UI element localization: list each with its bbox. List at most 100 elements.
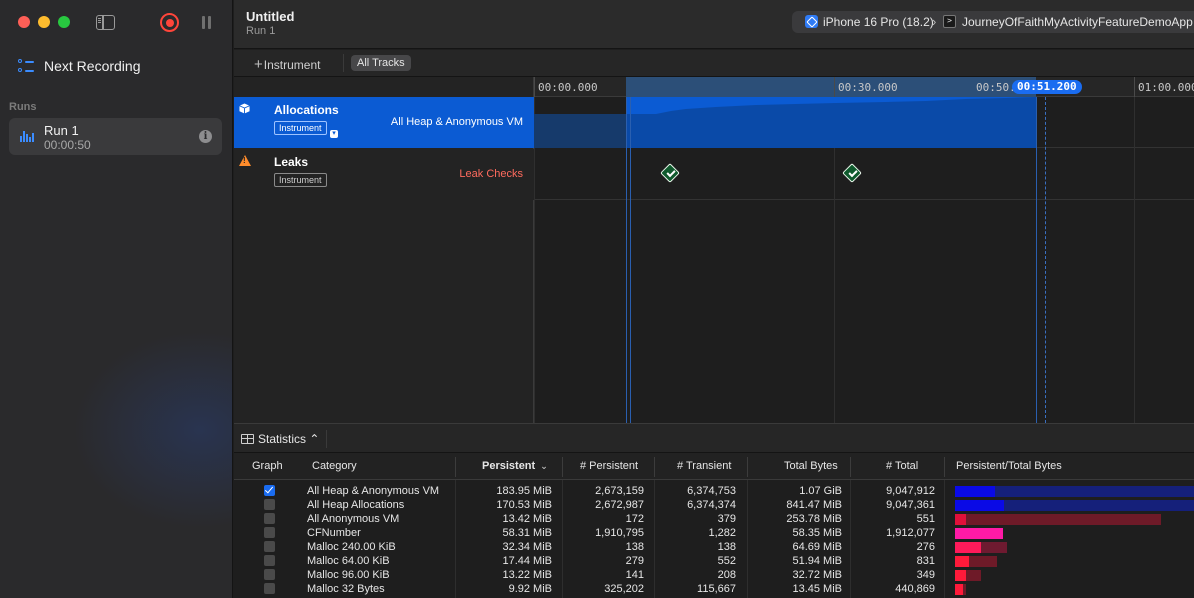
graph-checkbox[interactable]	[264, 541, 275, 552]
table-row[interactable]: All Heap & Anonymous VM 183.95 MiB 2,673,1…	[234, 484, 1194, 498]
all-tracks-button[interactable]: All Tracks	[351, 55, 411, 71]
column-header-persistent[interactable]: Persistent ⌄	[482, 460, 548, 472]
n-transient-cell: 138	[717, 541, 736, 553]
column-header-n-persistent[interactable]: # Persistent	[580, 460, 638, 472]
sidebar-toggle-icon[interactable]	[96, 15, 115, 30]
total-bytes-cell: 13.45 MiB	[792, 583, 842, 595]
table-row[interactable]: Malloc 96.00 KiB 13.22 MiB 141 208 32.72 MiB…	[234, 568, 1194, 582]
n-transient-cell: 6,374,753	[687, 485, 736, 497]
info-icon[interactable]: i	[199, 130, 212, 143]
track-detail[interactable]: Leak Checks	[459, 168, 523, 180]
track-name: Leaks	[274, 155, 309, 169]
tick-label: 01:00.000	[1138, 81, 1194, 94]
column-header-n-transient[interactable]: # Transient	[677, 460, 731, 472]
graph-checkbox[interactable]	[264, 555, 275, 566]
graph-checkbox[interactable]	[264, 569, 275, 580]
n-persistent-cell: 279	[625, 555, 644, 567]
zoom-window-button[interactable]	[58, 16, 70, 28]
playhead-time-badge[interactable]: 00:51.200	[1012, 80, 1082, 94]
selection-start-line[interactable]	[626, 97, 627, 423]
instrument-badge: Instrument	[274, 121, 327, 135]
persistent-cell: 13.22 MiB	[502, 569, 552, 581]
run-duration: 00:00:50	[44, 138, 91, 152]
target-selector[interactable]: iPhone 16 Pro (18.2) › > JourneyOfFaithM…	[792, 11, 1194, 33]
record-button[interactable]	[160, 13, 179, 32]
n-persistent-cell: 141	[625, 569, 644, 581]
n-total-cell: 9,047,912	[886, 485, 935, 497]
instrument-badge: Instrument	[274, 173, 327, 187]
persistent-bytes-bar	[955, 556, 969, 567]
table-icon	[241, 434, 254, 444]
persistent-bytes-bar	[955, 570, 966, 581]
graph-checkbox[interactable]	[264, 527, 275, 538]
table-row[interactable]: All Heap Allocations 170.53 MiB 2,672,987 6…	[234, 498, 1194, 512]
leak-check-icon[interactable]	[660, 163, 680, 183]
pause-button[interactable]	[202, 16, 212, 29]
n-total-cell: 440,869	[895, 583, 935, 595]
selection-end-line[interactable]	[1036, 97, 1037, 423]
graph-checkbox[interactable]	[264, 485, 275, 496]
n-persistent-cell: 1,910,795	[595, 527, 644, 539]
toolbar-divider	[343, 54, 344, 72]
column-header-n-total[interactable]: # Total	[886, 460, 918, 472]
persistent-cell: 17.44 MiB	[502, 555, 552, 567]
table-row[interactable]: Malloc 32 Bytes 9.92 MiB 325,202 115,667 13.…	[234, 582, 1194, 596]
table-row[interactable]: Malloc 64.00 KiB 17.44 MiB 279 552 51.94 MiB…	[234, 554, 1194, 568]
total-bytes-cell: 1.07 GiB	[799, 485, 842, 497]
persistent-bytes-bar	[955, 584, 963, 595]
persistent-cell: 9.92 MiB	[508, 583, 552, 595]
add-instrument-button[interactable]: +Instrument	[254, 56, 320, 73]
warning-icon	[239, 155, 251, 166]
persistent-bytes-bar	[955, 500, 1004, 511]
timeline-ruler[interactable]: 00:00.000 00:30.000 00:50. 01:00.000 00:…	[534, 77, 1194, 97]
close-window-button[interactable]	[18, 16, 30, 28]
persistent-cell: 170.53 MiB	[496, 499, 552, 511]
timeline-canvas[interactable]	[534, 97, 1194, 423]
graph-checkbox[interactable]	[264, 513, 275, 524]
n-total-cell: 276	[916, 541, 935, 553]
run-item[interactable]: Run 1 00:00:50 i	[9, 118, 222, 155]
persistent-bytes-bar	[955, 542, 981, 553]
column-header-persistent-total-bytes[interactable]: Persistent/Total Bytes	[956, 460, 1062, 472]
ruler-selection[interactable]	[626, 77, 1036, 97]
chevron-down-icon[interactable]: ▾	[330, 130, 338, 138]
tick-label: 00:30.000	[838, 81, 898, 94]
table-row[interactable]: Malloc 240.00 KiB 32.34 MiB 138 138 64.69 Mi…	[234, 540, 1194, 554]
leak-check-icon[interactable]	[842, 163, 862, 183]
track-header-allocations[interactable]: Allocations Instrument ▾ All Heap & Anon…	[234, 97, 534, 148]
track-header-leaks[interactable]: Leaks Instrument Leak Checks	[234, 149, 534, 200]
allocation-graph-pre	[534, 114, 626, 148]
total-bytes-cell: 253.78 MiB	[786, 513, 842, 525]
n-total-cell: 9,047,361	[886, 499, 935, 511]
graph-checkbox[interactable]	[264, 583, 275, 594]
category-cell: All Heap & Anonymous VM	[307, 485, 440, 497]
add-instrument-label: Instrument	[263, 58, 321, 72]
category-cell: Malloc 32 Bytes	[307, 583, 385, 595]
next-recording-item[interactable]: Next Recording	[18, 58, 141, 74]
n-persistent-cell: 2,673,159	[595, 485, 644, 497]
n-transient-cell: 552	[717, 555, 736, 567]
graph-checkbox[interactable]	[264, 499, 275, 510]
total-bytes-cell: 841.47 MiB	[786, 499, 842, 511]
n-total-cell: 1,912,077	[886, 527, 935, 539]
category-cell: All Anonymous VM	[307, 513, 400, 525]
playhead-line[interactable]	[1045, 97, 1046, 423]
table-row[interactable]: All Anonymous VM 13.42 MiB 172 379 253.78 Mi…	[234, 512, 1194, 526]
table-row[interactable]: CFNumber 58.31 MiB 1,910,795 1,282 58.35 MiB…	[234, 526, 1194, 540]
column-header-category[interactable]: Category	[312, 460, 357, 472]
column-header-graph[interactable]: Graph	[252, 460, 283, 472]
detail-view-selector[interactable]: Statistics ⌃	[234, 423, 1194, 453]
next-recording-label: Next Recording	[44, 58, 141, 74]
track-detail[interactable]: All Heap & Anonymous VM	[391, 116, 523, 128]
category-cell: Malloc 96.00 KiB	[307, 569, 390, 581]
track-area: 00:00.000 00:30.000 00:50. 01:00.000 00:…	[234, 77, 1194, 423]
statistics-label[interactable]: Statistics ⌃	[258, 432, 319, 446]
minimize-window-button[interactable]	[38, 16, 50, 28]
app-label: JourneyOfFaithMyActivityFeatureDemoApp	[962, 15, 1193, 29]
sidebar: Next Recording Runs Run 1 00:00:50 i	[0, 0, 233, 598]
persistent-cell: 13.42 MiB	[502, 513, 552, 525]
title-bar: Untitled Run 1 iPhone 16 Pro (18.2) › > …	[234, 0, 1194, 49]
category-cell: Malloc 240.00 KiB	[307, 541, 396, 553]
column-header-total-bytes[interactable]: Total Bytes	[784, 460, 838, 472]
statistics-table-body: All Heap & Anonymous VM 183.95 MiB 2,673,1…	[234, 484, 1194, 596]
